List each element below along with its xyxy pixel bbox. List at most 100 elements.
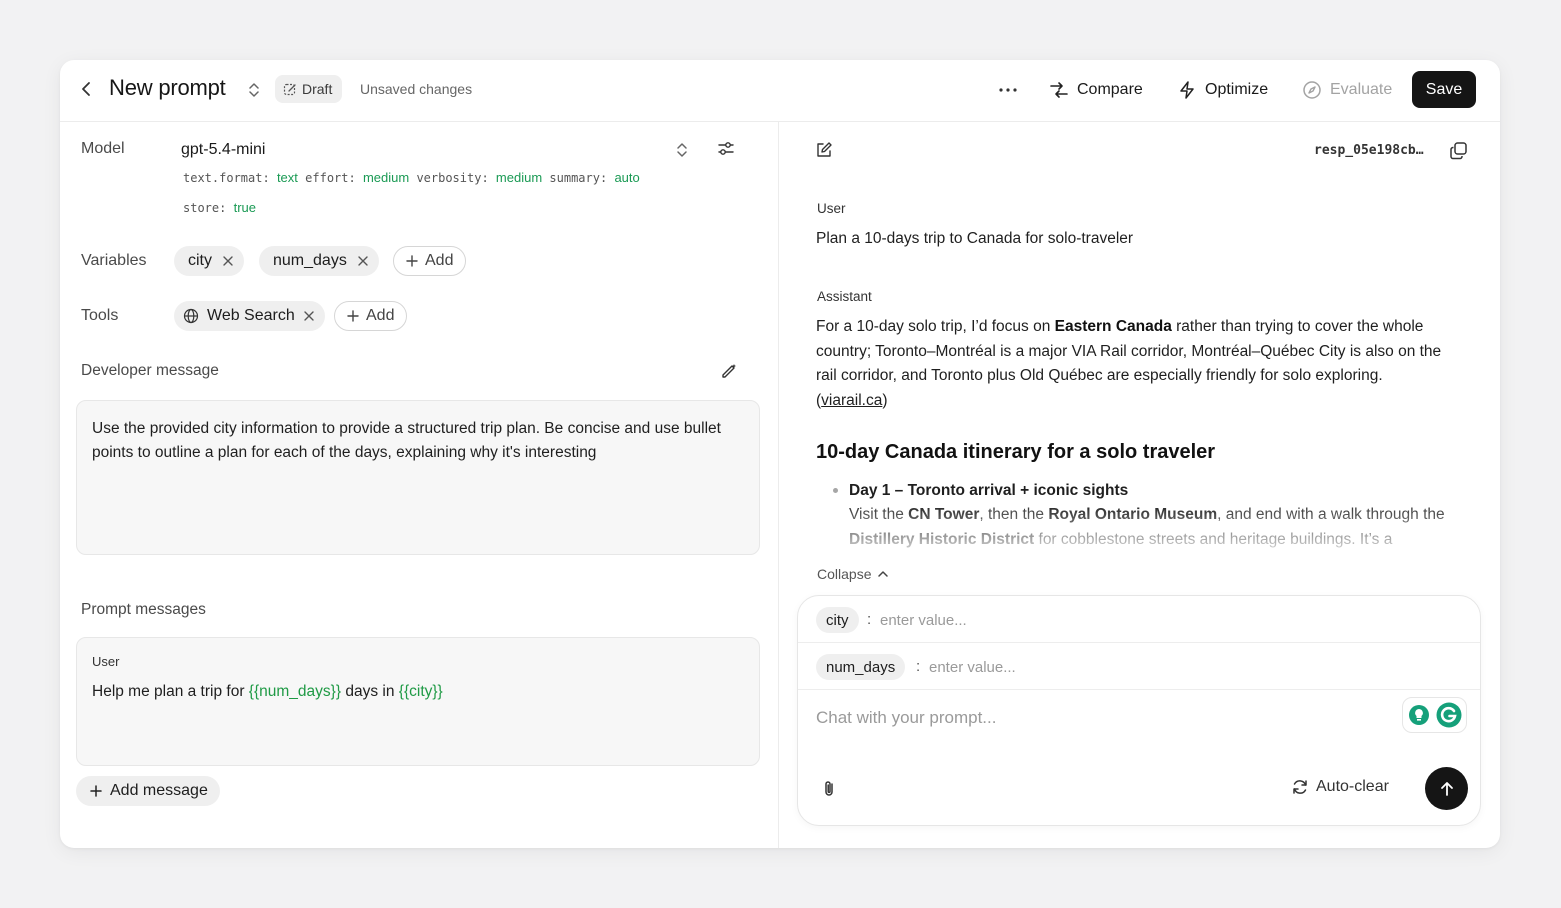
bullet-dot (833, 488, 838, 493)
model-label: Model (81, 140, 125, 157)
refresh-icon (1293, 780, 1307, 794)
param-key: store: (183, 201, 227, 215)
template-variable: {{city}} (398, 683, 443, 700)
variable-name-chip: city (816, 607, 859, 633)
model-params-line-1[interactable]: text.format: text effort: medium verbosi… (183, 170, 640, 185)
draft-label: Draft (302, 81, 333, 97)
add-tool-label: Add (366, 307, 395, 324)
param-value: medium (362, 170, 410, 185)
panel-divider (778, 122, 779, 848)
remove-x-icon[interactable] (222, 255, 234, 267)
text-segment: for cobblestone streets and heritage bui… (1034, 530, 1393, 548)
chevron-updown-icon[interactable] (674, 140, 690, 160)
draft-pencil-icon (283, 83, 296, 96)
add-message-button[interactable]: Add message (76, 776, 220, 806)
num-days-value-input[interactable] (929, 656, 1309, 678)
magic-edit-icon[interactable] (720, 362, 738, 380)
chat-input[interactable] (816, 705, 1376, 731)
day-description: Visit the CN Tower, then the Royal Ontar… (849, 503, 1469, 552)
prompt-message-text[interactable]: Help me plan a trip for {{num_days}} day… (92, 683, 443, 701)
prompt-message-editor[interactable]: User Help me plan a trip for {{num_days}… (76, 637, 760, 766)
more-options-icon[interactable] (996, 78, 1020, 102)
save-button[interactable]: Save (1412, 71, 1476, 108)
prompt-editor-window: New prompt Draft Unsaved changes Compare (60, 60, 1500, 848)
header-bar: New prompt Draft Unsaved changes Compare (60, 60, 1500, 122)
extension-icons[interactable] (1402, 697, 1467, 733)
bold-text: Royal Ontario Museum (1048, 506, 1218, 523)
tools-label: Tools (81, 307, 119, 324)
developer-message-text[interactable]: Use the provided city information to pro… (92, 417, 732, 465)
copy-icon[interactable] (1449, 141, 1468, 160)
lightning-icon (1180, 81, 1194, 99)
plus-icon (347, 310, 359, 322)
add-variable-label: Add (425, 252, 454, 269)
evaluate-label: Evaluate (1330, 81, 1393, 98)
variable-chip-label: city (188, 252, 212, 269)
remove-x-icon[interactable] (357, 255, 369, 267)
page-title[interactable]: New prompt (109, 75, 226, 101)
developer-message-label: Developer message (81, 362, 219, 379)
compass-icon (1303, 81, 1321, 99)
message-role-label[interactable]: User (92, 654, 119, 669)
chevron-up-icon (878, 571, 889, 577)
variable-value-row: city : (798, 596, 1480, 643)
compare-arrows-icon (1050, 82, 1068, 98)
user-role-label: User (817, 201, 846, 216)
compare-label: Compare (1077, 81, 1143, 98)
param-key: verbosity: (416, 171, 489, 185)
add-variable-button[interactable]: Add (393, 246, 467, 276)
remove-x-icon[interactable] (303, 310, 315, 322)
bold-text: Distillery Historic District (849, 530, 1035, 548)
bulb-icon[interactable] (1408, 704, 1430, 726)
variable-chip[interactable]: city (174, 246, 244, 276)
back-chevron-icon[interactable] (76, 78, 96, 100)
param-key: text.format: (183, 171, 270, 185)
collapse-label: Collapse (817, 566, 872, 582)
auto-clear-toggle[interactable]: Auto-clear (1291, 778, 1389, 796)
send-button[interactable] (1425, 767, 1468, 810)
tool-chip-web-search[interactable]: Web Search (174, 301, 325, 331)
template-variable: {{num_days}} (248, 683, 342, 700)
variable-name-chip: num_days (816, 654, 906, 680)
chevron-updown-icon[interactable] (246, 80, 262, 100)
optimize-label: Optimize (1205, 81, 1269, 98)
param-value: auto (614, 170, 640, 185)
assistant-role-label: Assistant (817, 289, 872, 304)
assistant-intro-paragraph: For a 10-day solo trip, I’d focus on Eas… (816, 315, 1458, 413)
auto-clear-label: Auto-clear (1316, 778, 1389, 795)
edit-square-icon[interactable] (815, 141, 833, 159)
evaluate-button[interactable]: Evaluate (1302, 78, 1392, 102)
day-title: Day 1 – Toronto arrival + iconic sights (849, 482, 1129, 499)
bold-text: CN Tower (908, 506, 980, 523)
chat-composer: city : num_days : (797, 595, 1481, 826)
add-message-label: Add message (110, 782, 208, 799)
param-value: medium (495, 170, 543, 185)
developer-message-editor[interactable]: Use the provided city information to pro… (76, 400, 760, 555)
model-params-line-2[interactable]: store: true (183, 200, 256, 215)
colon-separator: : (916, 658, 921, 675)
source-link[interactable]: viarail.ca (821, 392, 882, 409)
prompt-messages-label: Prompt messages (81, 601, 206, 618)
unsaved-changes-text: Unsaved changes (360, 81, 473, 97)
compare-button[interactable]: Compare (1049, 78, 1143, 102)
tool-chip-label: Web Search (207, 307, 295, 324)
optimize-button[interactable]: Optimize (1177, 78, 1268, 102)
text-segment: ) (882, 391, 888, 409)
response-id: resp_05e198cb… (1314, 143, 1424, 158)
grammarly-icon[interactable] (1436, 702, 1462, 728)
collapse-toggle[interactable]: Collapse (817, 566, 889, 582)
user-message-text: Plan a 10-days trip to Canada for solo-t… (816, 230, 1134, 247)
plus-icon (406, 255, 418, 267)
model-selector[interactable]: gpt-5.4-mini (181, 141, 265, 159)
city-value-input[interactable] (880, 609, 1260, 631)
add-tool-button[interactable]: Add (334, 301, 408, 331)
param-key: effort: (305, 171, 356, 185)
paperclip-icon[interactable] (820, 779, 838, 799)
variable-value-row: num_days : (798, 643, 1480, 690)
sliders-settings-icon[interactable] (716, 139, 736, 159)
variable-chip[interactable]: num_days (259, 246, 379, 276)
param-value: text (276, 170, 298, 185)
arrow-up-icon (1440, 781, 1453, 796)
param-value: true (233, 200, 256, 215)
bold-text: Eastern Canada (1054, 318, 1172, 335)
